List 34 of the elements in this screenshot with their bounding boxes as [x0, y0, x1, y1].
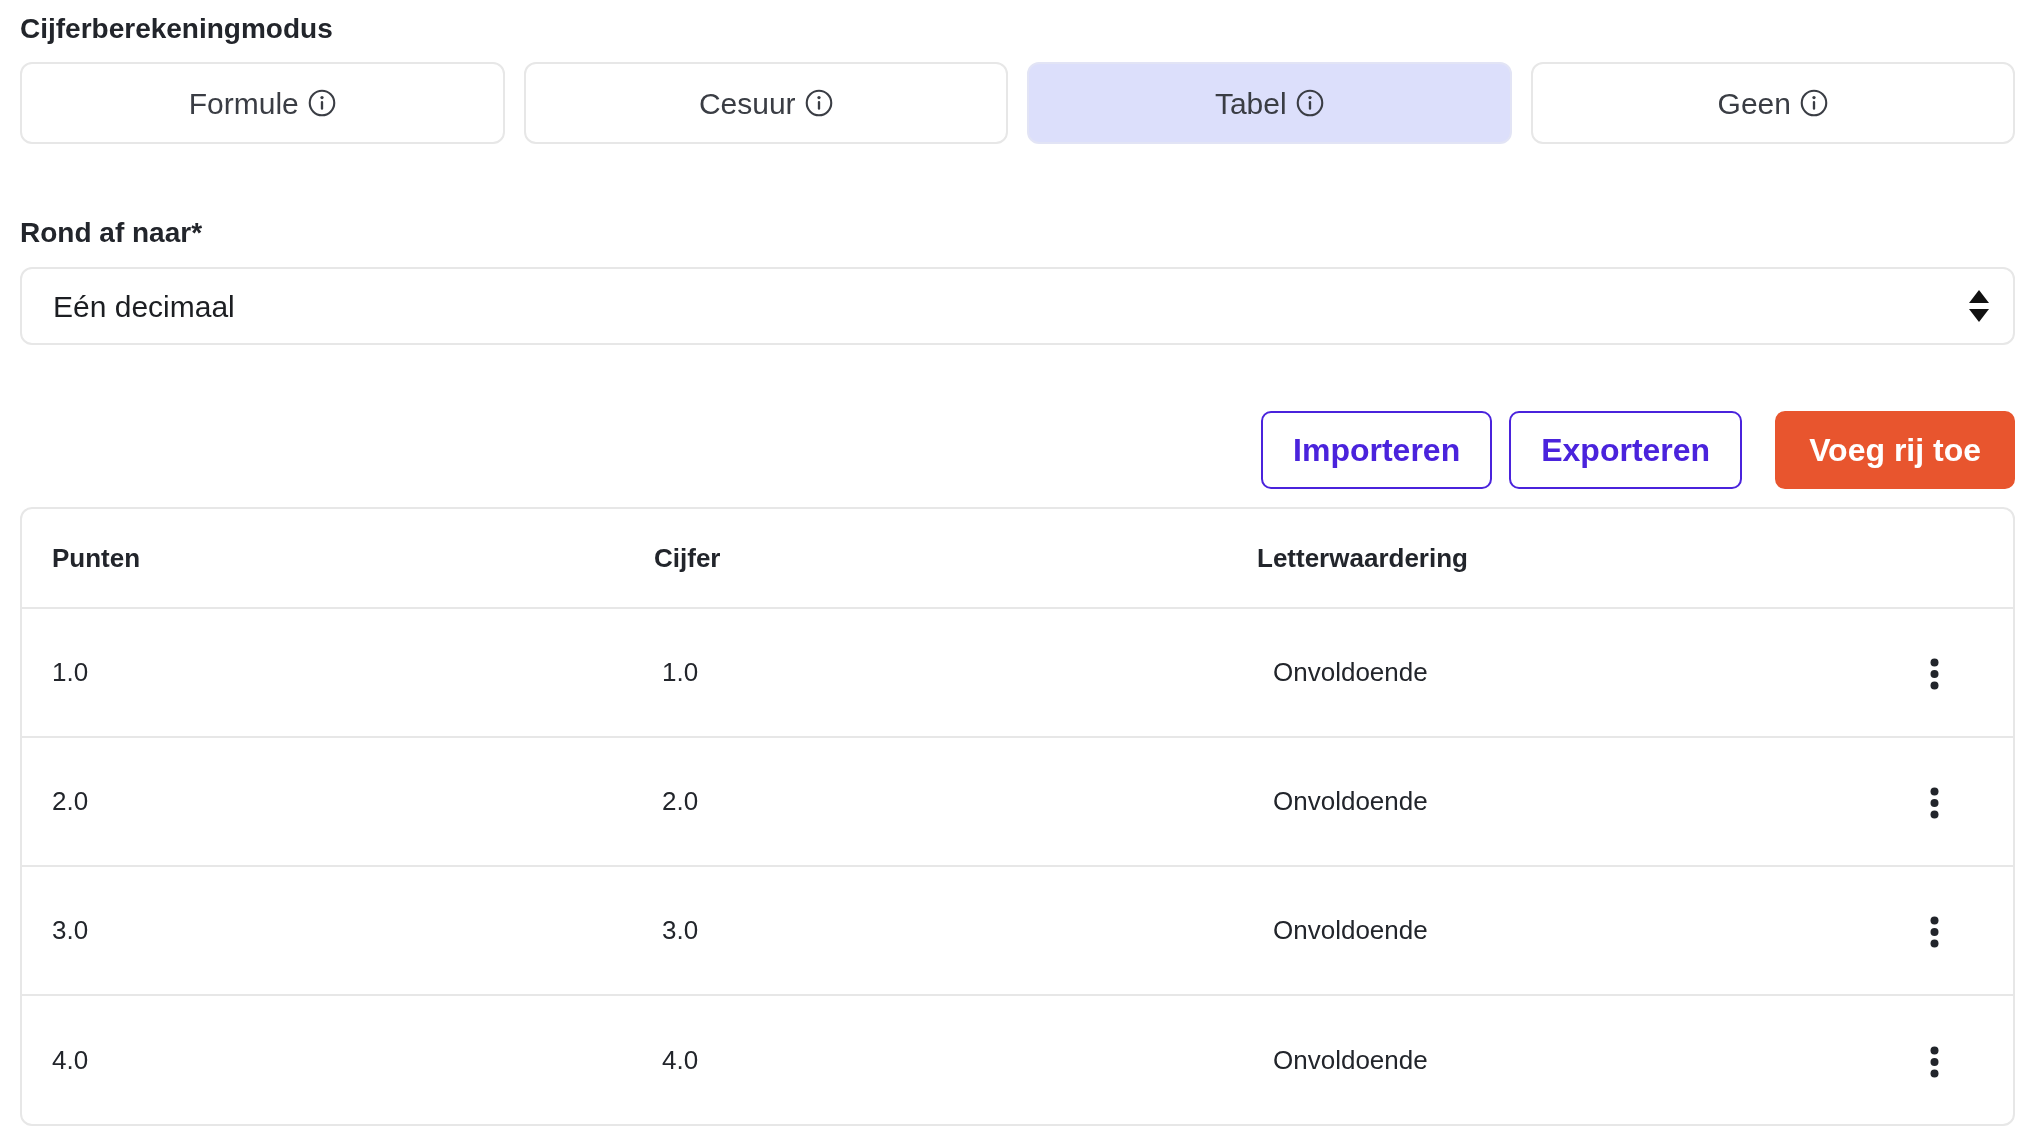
mode-tab[interactable]: Tabel [1027, 62, 1512, 144]
table-cell: 3.0 [22, 866, 624, 995]
kebab-menu-icon[interactable] [1930, 1045, 1939, 1078]
table-cell: Onvoldoende [1227, 737, 1819, 866]
kebab-menu-icon[interactable] [1930, 916, 1939, 949]
info-icon [307, 89, 336, 117]
info-icon [1295, 89, 1324, 117]
table-cell: Onvoldoende [1227, 608, 1819, 737]
dropdown-field[interactable]: Eén decimaal [20, 267, 2015, 345]
action-button[interactable]: Importeren [1261, 411, 1493, 489]
column-header: Cijfer [624, 509, 1227, 608]
add-row-button[interactable]: Voeg rij toe [1775, 411, 2015, 489]
mode-tab[interactable]: Formule [20, 62, 505, 144]
sort-caret-icon [1969, 290, 1989, 322]
table-cell: Onvoldoende [1227, 995, 1819, 1124]
info-icon [1799, 89, 1828, 117]
table-cell: 1.0 [22, 608, 624, 737]
table-cell: 2.0 [624, 737, 1227, 866]
table-cell: Onvoldoende [1227, 866, 1819, 995]
table-cell: 4.0 [22, 995, 624, 1124]
info-icon [804, 89, 833, 117]
kebab-menu-icon[interactable] [1930, 658, 1939, 691]
kebab-menu-icon[interactable] [1930, 787, 1939, 820]
column-header: Punten [22, 509, 624, 608]
table-cell: 1.0 [624, 608, 1227, 737]
mode-tab[interactable]: Geen [1530, 62, 2015, 144]
action-button[interactable]: Exporteren [1509, 411, 1743, 489]
column-header: Letterwaardering [1227, 509, 1819, 608]
table-cell: 4.0 [624, 995, 1227, 1124]
table-cell: 2.0 [22, 737, 624, 866]
section-title: Cijferberekeningmodus [20, 12, 334, 46]
table-cell: 3.0 [624, 866, 1227, 995]
field-label: Rond af naar* [20, 216, 203, 250]
mode-tab[interactable]: Cesuur [523, 62, 1008, 144]
